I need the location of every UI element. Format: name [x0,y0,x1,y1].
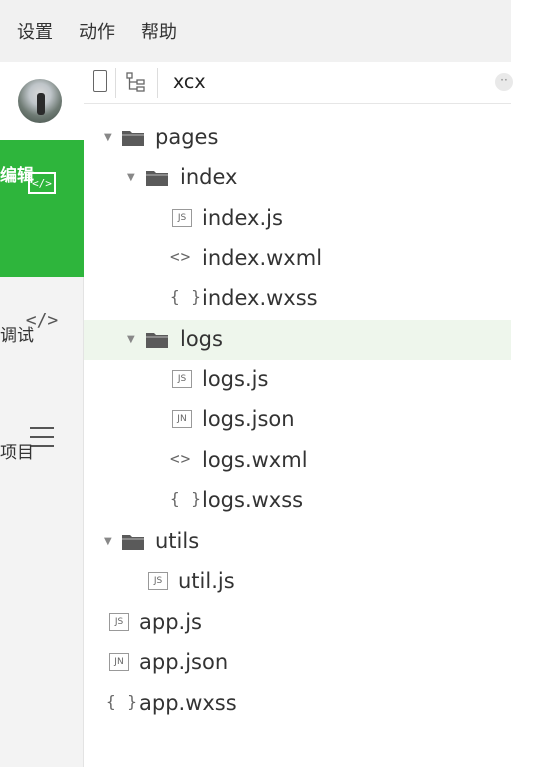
caret-down-icon[interactable]: ▼ [127,173,135,183]
tree-label: index.wxss [202,286,318,310]
window-edge [511,0,535,767]
tree-label: logs.json [202,407,295,431]
tree-row-file[interactable]: { } app.wxss [84,684,511,724]
js-file-icon: JS [109,613,129,631]
menu-bar: 设置 动作 帮助 [0,0,511,62]
avatar-figure [37,93,45,115]
tree-label: index [180,165,238,189]
js-file-icon: JS [172,370,192,388]
tree-label: logs [180,327,223,351]
file-tree: ▼ pages ▼ index JS index.js <> index.wxm… [84,104,511,767]
sidebar-item-edit-label: 编辑 [0,166,34,186]
tree-row-file[interactable]: JN app.json [84,643,511,683]
sidebar-item-debug-label: 调试 [0,326,34,346]
tree-label: app.wxss [139,691,237,715]
tree-row-folder[interactable]: ▼ pages [84,118,511,158]
tree-row-file[interactable]: JS index.js [84,199,511,239]
phone-icon[interactable] [93,70,107,92]
menu-settings[interactable]: 设置 [17,18,53,44]
tree-row-folder[interactable]: ▼ utils [84,522,511,562]
tree-row-file[interactable]: JS app.js [84,603,511,643]
folder-icon [122,131,144,146]
tree-label: pages [155,125,219,149]
style-file-icon: { } [170,287,202,306]
avatar[interactable] [18,79,62,123]
avatar-container [0,62,84,140]
tree-row-file[interactable]: <> index.wxml [84,239,511,279]
tree-label: app.json [139,650,229,674]
markup-file-icon: <> [170,449,192,468]
tree-label: logs.js [202,367,269,391]
tree-row-file[interactable]: JS util.js [84,562,511,602]
sidebar-item-debug[interactable]: </> 调试 [0,310,84,346]
tree-label: index.js [202,206,283,230]
js-file-icon: JS [148,572,168,590]
divider [115,68,116,98]
folder-icon [146,171,168,186]
sidebar-item-edit[interactable]: </> 编辑 [0,140,84,277]
tree-label: index.wxml [202,246,323,270]
tree-label: utils [155,529,200,553]
tree-label: app.js [139,610,202,634]
tree-row-folder-selected[interactable]: ▼ logs [84,320,511,360]
tree-label: logs.wxss [202,488,304,512]
tree-row-file[interactable]: <> logs.wxml [84,441,511,481]
project-title[interactable]: xcx [173,71,206,93]
sidebar-item-project-label: 项目 [0,443,34,463]
json-file-icon: JN [109,653,129,671]
menu-help[interactable]: 帮助 [141,18,177,44]
more-icon[interactable]: ·· [495,73,513,91]
tree-label: logs.wxml [202,448,308,472]
folder-icon [122,535,144,550]
json-file-icon: JN [172,410,192,428]
style-file-icon: { } [106,692,138,711]
sidebar: </> 编辑 </> 调试 项目 [0,62,84,767]
tree-label: util.js [178,569,235,593]
tree-view-icon[interactable] [124,70,148,94]
js-file-icon: JS [172,209,192,227]
style-file-icon: { } [170,489,202,508]
tree-row-file[interactable]: { } index.wxss [84,279,511,319]
sidebar-item-project[interactable]: 项目 [0,427,84,463]
tree-row-file[interactable]: { } logs.wxss [84,481,511,521]
markup-file-icon: <> [170,247,192,266]
folder-icon [146,333,168,348]
caret-down-icon[interactable]: ▼ [127,335,135,345]
caret-down-icon[interactable]: ▼ [104,133,112,143]
menu-actions[interactable]: 动作 [79,18,115,44]
tree-row-file[interactable]: JS logs.js [84,360,511,400]
caret-down-icon[interactable]: ▼ [104,537,112,547]
divider [157,68,158,98]
editor-tabbar: xcx ·· [84,62,513,104]
tree-row-folder[interactable]: ▼ index [84,158,511,198]
tree-row-file[interactable]: JN logs.json [84,400,511,440]
